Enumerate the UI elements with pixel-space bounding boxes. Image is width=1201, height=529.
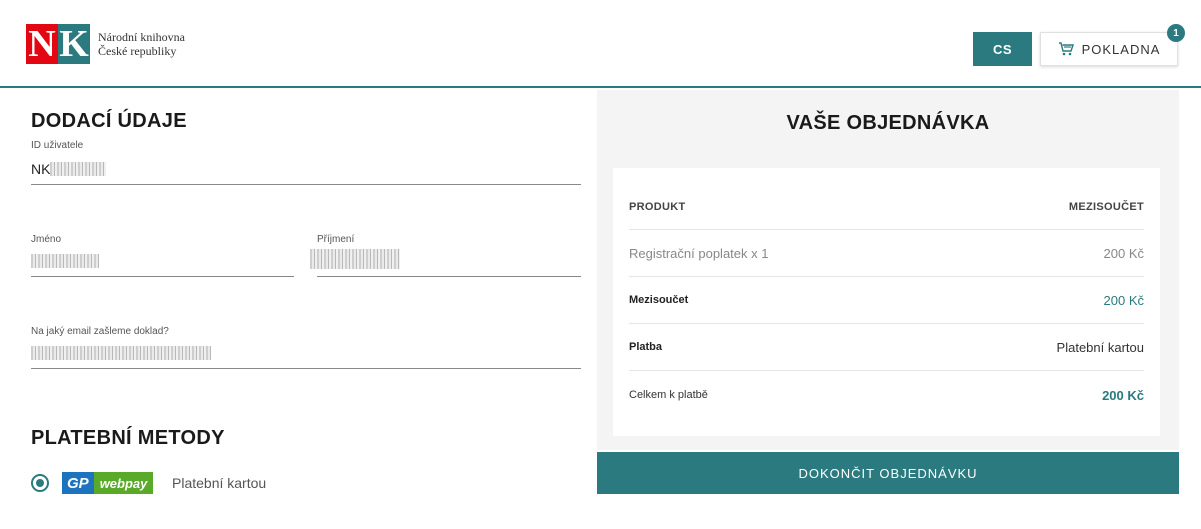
email-underline <box>31 368 581 369</box>
logo-letter-n: N <box>26 24 58 64</box>
top-bar: N K Národní knihovna České republiky CS … <box>0 0 1201 88</box>
order-title: VAŠE OBJEDNÁVKA <box>786 112 990 134</box>
last-name-field[interactable] <box>310 249 400 269</box>
language-button[interactable]: CS <box>973 32 1032 66</box>
total-value: 200 Kč <box>1102 387 1144 403</box>
item-price: 200 Kč <box>1103 245 1144 261</box>
payment-value: Platební kartou <box>1056 339 1144 355</box>
col-product-header: PRODUKT <box>629 200 686 213</box>
nk-logo-mark: N K <box>26 24 90 64</box>
order-card: PRODUKT MEZISOUČET Registrační poplatek … <box>613 168 1160 436</box>
first-name-label: Jméno <box>31 234 62 245</box>
checkout-cart-button[interactable]: POKLADNA <box>1040 32 1178 66</box>
col-subtotal-header: MEZISOUČET <box>1068 200 1144 213</box>
payment-label: Platba <box>629 341 663 353</box>
user-id-value: NK <box>31 161 51 177</box>
logo-letter-k: K <box>58 23 90 65</box>
logo-line2: České republiky <box>98 44 177 58</box>
payment-option-label[interactable]: Platební kartou <box>172 475 266 491</box>
user-id-label: ID uživatele <box>31 140 84 151</box>
item-name: Registrační poplatek x 1 <box>629 245 769 261</box>
subtotal-row: Mezisoučet 200 Kč <box>629 277 1144 324</box>
cart-count-badge: 1 <box>1167 24 1185 42</box>
library-logo[interactable]: N K Národní knihovna České republiky <box>26 24 226 64</box>
order-summary-panel: VAŠE OBJEDNÁVKA PRODUKT MEZISOUČET Regis… <box>597 90 1179 450</box>
redacted-last-name <box>310 249 400 269</box>
user-id-underline <box>31 184 581 185</box>
payment-methods-title: PLATEBNÍ METODY <box>31 427 225 449</box>
payment-radio-dot <box>36 479 44 487</box>
webpay-logo-text: webpay <box>93 472 154 494</box>
subtotal-value: 200 Kč <box>1103 292 1144 308</box>
payment-radio[interactable] <box>31 474 49 492</box>
first-name-underline <box>31 276 294 277</box>
order-header-row: PRODUKT MEZISOUČET <box>629 184 1144 230</box>
total-label: Celkem k platbě <box>629 389 708 401</box>
gp-webpay-logo: GP webpay <box>62 472 154 494</box>
order-item-row: Registrační poplatek x 1 200 Kč <box>629 230 1144 277</box>
user-id-field[interactable]: NK <box>31 160 107 178</box>
redacted-user-id <box>50 162 107 176</box>
logo-line1: Národní knihovna <box>98 30 185 44</box>
subtotal-label: Mezisoučet <box>629 294 689 306</box>
delivery-panel: DODACÍ ÚDAJE ID uživatele NK Jméno Příjm… <box>0 90 597 529</box>
redacted-first-name <box>31 254 99 268</box>
email-field[interactable] <box>31 344 211 362</box>
email-label: Na jaký email zašleme doklad? <box>31 326 169 337</box>
logo-text: Národní knihovna České republiky <box>98 30 185 58</box>
gp-logo-text: GP <box>62 472 94 494</box>
first-name-field[interactable] <box>31 252 99 270</box>
last-name-label: Příjmení <box>317 234 355 245</box>
finish-order-button[interactable]: DOKONČIT OBJEDNÁVKU <box>597 452 1179 494</box>
delivery-title: DODACÍ ÚDAJE <box>31 110 187 132</box>
last-name-underline <box>317 276 581 277</box>
payment-row: Platba Platební kartou <box>629 324 1144 371</box>
cart-label: POKLADNA <box>1081 41 1161 57</box>
redacted-email <box>31 346 211 360</box>
total-row: Celkem k platbě 200 Kč <box>629 371 1144 419</box>
cart-icon <box>1058 42 1074 56</box>
